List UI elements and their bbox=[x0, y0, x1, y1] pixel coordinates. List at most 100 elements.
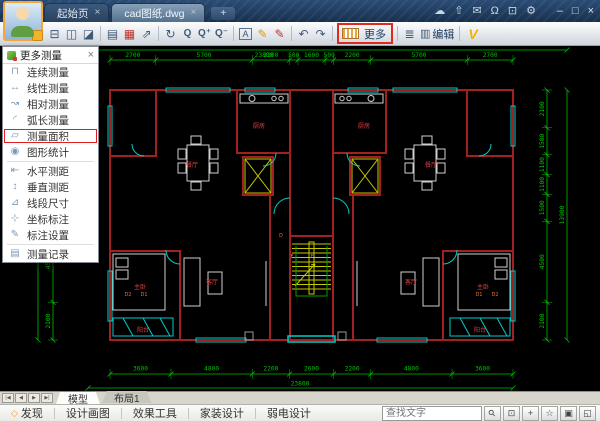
svg-text:阳台: 阳台 bbox=[474, 326, 486, 334]
pdf-export-button[interactable]: ▦ bbox=[121, 24, 138, 44]
svg-text:2100: 2100 bbox=[539, 101, 546, 116]
panel-item-vertical-distance[interactable]: ↕ 垂直测距 bbox=[3, 179, 98, 195]
layers-button[interactable]: ≣ bbox=[401, 24, 418, 44]
svg-text:1100: 1100 bbox=[539, 177, 546, 192]
layout-tab-model[interactable]: 模型 bbox=[56, 391, 100, 404]
panel-item-segment-size[interactable]: ⊿ 线段尺寸 bbox=[3, 195, 98, 211]
document-tabs: 起始页 × cad图纸.dwg × + bbox=[44, 3, 236, 22]
settings-icon[interactable]: ⚙ bbox=[526, 5, 536, 17]
panel-item-coordinate-label[interactable]: ⊹ 坐标标注 bbox=[3, 211, 98, 227]
tab-close-icon[interactable]: × bbox=[190, 8, 196, 18]
nav-first-icon[interactable]: |◀ bbox=[2, 393, 14, 403]
print-button[interactable]: ▤ bbox=[104, 24, 121, 44]
toolbar-separator bbox=[332, 26, 333, 41]
panel-item-area-measure[interactable]: ▱ 测量面积 bbox=[3, 128, 98, 144]
share-icon[interactable]: ⇧ bbox=[454, 5, 463, 17]
svg-text:主卧: 主卧 bbox=[477, 283, 489, 291]
overlay-button[interactable]: ◱ bbox=[579, 405, 596, 421]
windows-button[interactable]: ▣ bbox=[560, 405, 577, 421]
save-icon: ◫ bbox=[65, 26, 78, 41]
svg-text:4800: 4800 bbox=[404, 366, 419, 373]
document-tab[interactable]: cad图纸.dwg × bbox=[111, 3, 206, 22]
layout-tab-layout1[interactable]: 布局1 bbox=[102, 391, 152, 403]
svg-text:23800: 23800 bbox=[255, 52, 274, 59]
favorite-button[interactable]: ☆ bbox=[541, 405, 558, 421]
panel-item-label: 弧长测量 bbox=[27, 114, 69, 127]
more-button[interactable]: 更多 bbox=[362, 26, 388, 42]
save-as-button[interactable]: ◪ bbox=[80, 24, 97, 44]
minimize-icon[interactable]: – bbox=[557, 5, 563, 17]
svg-text:2100: 2100 bbox=[45, 313, 52, 328]
svg-text:D: D bbox=[279, 233, 283, 239]
maximize-icon[interactable]: □ bbox=[572, 5, 579, 17]
fullscreen-icon[interactable]: ⊡ bbox=[508, 5, 517, 17]
zoom-out-button[interactable]: Q⁻ bbox=[213, 24, 230, 44]
open-button[interactable]: ⊟ bbox=[46, 24, 63, 44]
zoom-extents-button[interactable]: Q bbox=[179, 24, 196, 44]
image-export-button[interactable]: ⇗ bbox=[138, 24, 155, 44]
statusbar-item-label: 效果工具 bbox=[132, 408, 177, 420]
edit-button[interactable]: ▥ 编辑 bbox=[418, 26, 456, 42]
segment-size-icon: ⊿ bbox=[10, 197, 20, 208]
zoom-in-button[interactable]: Q⁺ bbox=[196, 24, 213, 44]
fit-screen-button[interactable]: ⊡ bbox=[503, 405, 520, 421]
panel-item-linear-measure[interactable]: ↔ 线性测量 bbox=[3, 80, 98, 96]
crosshair-icon: + bbox=[527, 408, 534, 418]
floorplan-walls bbox=[109, 89, 514, 341]
nav-next-icon[interactable]: ▶ bbox=[28, 393, 40, 403]
undo-button[interactable]: ↶ bbox=[295, 24, 312, 44]
tab-close-icon[interactable]: × bbox=[95, 8, 101, 18]
svg-text:D2: D2 bbox=[492, 292, 499, 298]
pencil-annotation-button[interactable]: ✎ bbox=[254, 24, 271, 44]
panel-close-icon[interactable]: × bbox=[88, 49, 94, 61]
nav-last-icon[interactable]: ▶| bbox=[41, 393, 53, 403]
search-button[interactable]: ⚲ bbox=[484, 405, 501, 421]
open-icon: ⊟ bbox=[49, 26, 60, 41]
main-toolbar: ⊟ ◫ ◪ ▤ ▦ ⇗ ↻ Q Q⁺ Q⁻ A ✎ ✎ ↶ ↷ 更多 ≣ ▥ 编辑 V bbox=[0, 22, 600, 46]
chat-icon[interactable]: ✉ bbox=[472, 5, 481, 17]
statusbar-item[interactable]: 弱电设计 bbox=[256, 405, 322, 421]
statusbar-item[interactable]: 家装设计 bbox=[189, 405, 255, 421]
pencil-annotation-icon: ✎ bbox=[257, 26, 268, 41]
panel-item-label: 相对测量 bbox=[27, 98, 69, 111]
redo-button[interactable]: ↷ bbox=[312, 24, 329, 44]
text-annotation-button[interactable]: A bbox=[237, 24, 254, 44]
svg-text:D1: D1 bbox=[476, 292, 483, 298]
crosshair-button[interactable]: + bbox=[522, 405, 539, 421]
svg-text:厨房: 厨房 bbox=[253, 122, 265, 130]
statusbar-item[interactable]: 设计画图 bbox=[55, 405, 121, 421]
avatar[interactable] bbox=[3, 1, 43, 41]
panel-item-label-settings[interactable]: ✎ 标注设置 bbox=[3, 227, 98, 243]
panel-item-arc-measure[interactable]: ◜ 弧长测量 bbox=[3, 112, 98, 128]
toolbar-separator bbox=[291, 26, 292, 41]
coordinate-label-icon: ⊹ bbox=[10, 213, 20, 224]
svg-text:2700: 2700 bbox=[125, 52, 140, 59]
document-tab[interactable]: 起始页 × bbox=[44, 3, 110, 22]
page-edit-icon: ▥ bbox=[420, 28, 431, 40]
measure-record-icon: ▤ bbox=[10, 248, 20, 259]
orbit-button[interactable]: ↻ bbox=[162, 24, 179, 44]
orbit-icon: ↻ bbox=[165, 26, 176, 41]
new-tab-button[interactable]: + bbox=[211, 7, 236, 20]
svg-text:3600: 3600 bbox=[133, 366, 148, 373]
svg-text:1500: 1500 bbox=[539, 200, 546, 215]
close-icon[interactable]: × bbox=[588, 5, 594, 17]
headset-icon[interactable]: Ω bbox=[491, 5, 499, 17]
image-export-icon: ⇗ bbox=[141, 26, 152, 41]
horizontal-distance-icon: ⇤ bbox=[10, 165, 20, 176]
svg-text:5700: 5700 bbox=[197, 52, 212, 59]
avatar-badge-icon bbox=[32, 30, 43, 41]
cloud-icon[interactable]: ☁ bbox=[434, 5, 445, 17]
svg-text:2200: 2200 bbox=[345, 366, 360, 373]
statusbar-item[interactable]: 效果工具 bbox=[122, 405, 188, 421]
marker-annotation-button[interactable]: ✎ bbox=[271, 24, 288, 44]
statusbar-item[interactable]: ◇ 发现 bbox=[0, 405, 54, 421]
search-input[interactable] bbox=[382, 405, 482, 421]
panel-item-relative-measure[interactable]: ↝ 相对测量 bbox=[3, 96, 98, 112]
panel-item-measure-record[interactable]: ▤ 测量记录 bbox=[3, 246, 98, 262]
panel-item-continuous-measure[interactable]: ⊓ 连续测量 bbox=[3, 64, 98, 80]
panel-item-shape-statistics[interactable]: ◉ 图形统计 bbox=[3, 144, 98, 160]
nav-prev-icon[interactable]: ◀ bbox=[15, 393, 27, 403]
save-button[interactable]: ◫ bbox=[63, 24, 80, 44]
panel-item-horizontal-distance[interactable]: ⇤ 水平测距 bbox=[3, 163, 98, 179]
